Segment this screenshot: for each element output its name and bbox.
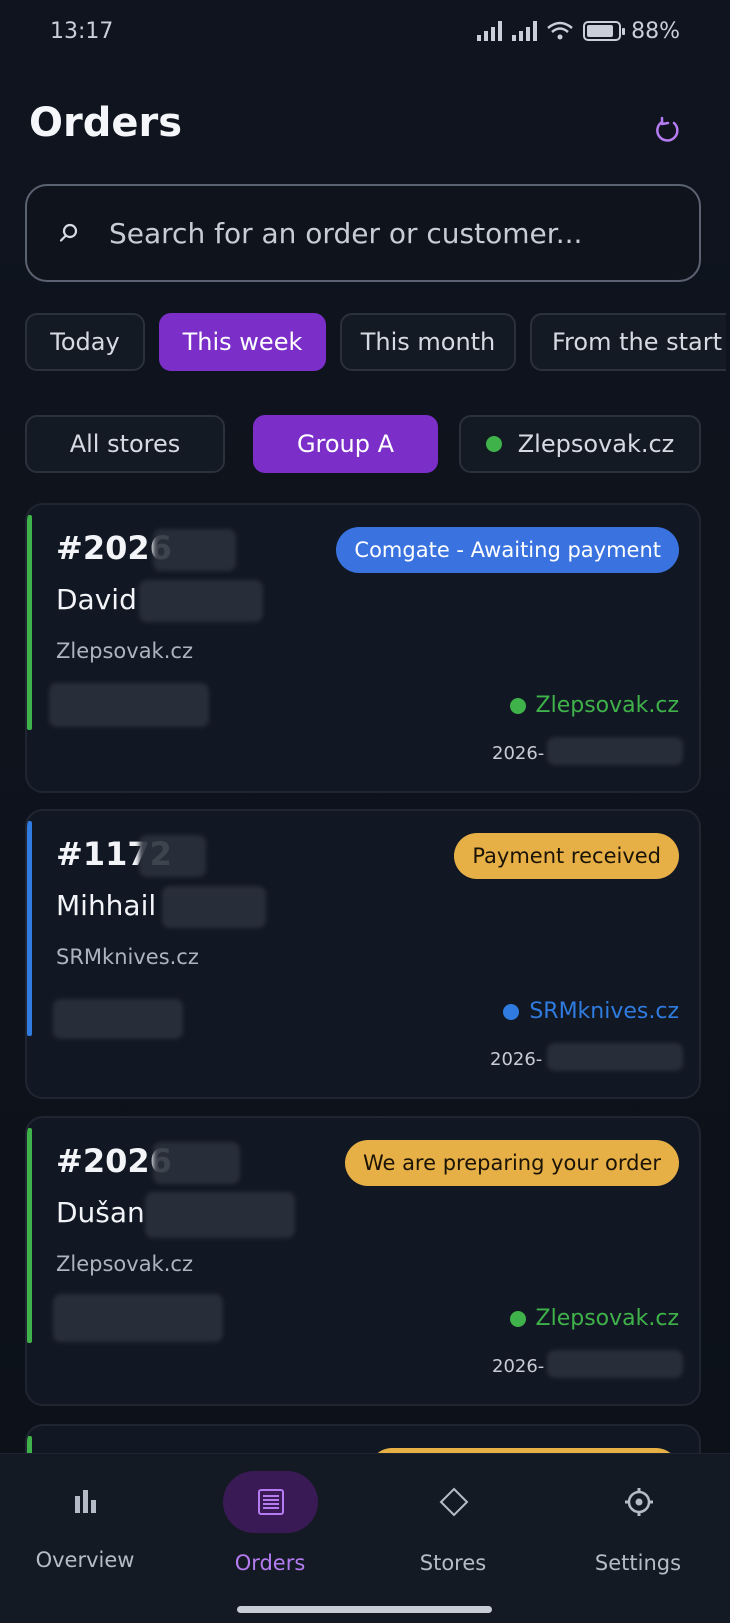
gear-icon [625, 1488, 653, 1516]
status-bar: 13:17 88% [0, 0, 730, 62]
order-card[interactable]: #2026 Dušan Zlepsovak.cz We are preparin… [25, 1116, 701, 1406]
order-store: Zlepsovak.cz [56, 1252, 193, 1276]
signal-icon [477, 21, 503, 41]
chip-label: This month [360, 328, 496, 356]
nav-orders[interactable]: Orders [180, 1454, 360, 1604]
store-tag: Zlepsovak.cz [509, 693, 679, 718]
chip-this-month[interactable]: This month [340, 313, 516, 371]
order-store: SRMknives.cz [56, 945, 199, 969]
nav-label: Settings [594, 1551, 682, 1575]
home-indicator[interactable] [237, 1606, 492, 1613]
redacted-block [162, 886, 266, 928]
order-date: 2026- [492, 743, 545, 764]
order-store: Zlepsovak.cz [56, 639, 193, 663]
chip-store-zlepsovak[interactable]: Zlepsovak.cz [459, 415, 701, 473]
search-box[interactable] [25, 184, 701, 282]
card-accent-bar [27, 821, 32, 1036]
status-badge: Payment received [454, 833, 679, 879]
order-date: 2026- [492, 1356, 545, 1377]
redacted-block [547, 737, 683, 765]
chip-group-a[interactable]: Group A [253, 415, 438, 473]
nav-stores[interactable]: Stores [363, 1454, 543, 1604]
store-dot-icon [503, 1003, 520, 1020]
status-badge: We are preparing your order [344, 1140, 679, 1186]
chip-label: Group A [296, 430, 395, 458]
card-accent-bar [27, 515, 32, 730]
order-card[interactable]: #1172 Mihhail SRMknives.cz Payment recei… [25, 809, 701, 1099]
customer-name: Dušan [56, 1196, 145, 1229]
chip-this-week[interactable]: This week [159, 313, 326, 371]
bottom-nav: Overview Orders Stores Settings [0, 1453, 730, 1623]
bar-chart-icon [75, 1490, 96, 1513]
list-icon [258, 1489, 284, 1515]
redacted-block [53, 999, 183, 1039]
nav-overview[interactable]: Overview [0, 1454, 175, 1604]
redacted-block [547, 1350, 683, 1378]
chip-label: Today [50, 328, 120, 356]
diamond-icon [439, 1487, 469, 1517]
chip-label: From the start [552, 328, 723, 356]
store-tag-label: Zlepsovak.cz [535, 1306, 679, 1331]
battery-icon [583, 21, 626, 41]
status-time: 13:17 [50, 18, 114, 44]
redacted-block [547, 1043, 683, 1071]
customer-name: Mihhail [56, 889, 157, 922]
chip-label: This week [182, 328, 303, 356]
page-title: Orders [29, 100, 183, 146]
redacted-block [139, 580, 263, 622]
chip-label: All stores [69, 430, 181, 458]
store-tag-label: Zlepsovak.cz [535, 693, 679, 718]
order-date: 2026- [490, 1049, 543, 1070]
status-badge: Comgate - Awaiting payment [336, 527, 679, 573]
wifi-icon [547, 21, 573, 40]
chip-from-the-start[interactable]: From the start [530, 313, 726, 371]
nav-settings[interactable]: Settings [548, 1454, 728, 1604]
search-icon [59, 223, 78, 242]
nav-label: Overview [35, 1548, 135, 1572]
signal-icon-2 [512, 21, 538, 41]
store-tag: Zlepsovak.cz [509, 1306, 679, 1331]
redacted-block [153, 1142, 240, 1184]
redacted-block [49, 683, 209, 727]
store-dot-icon [509, 697, 526, 714]
nav-label: Stores [419, 1551, 487, 1575]
order-card[interactable]: #2026 David Zlepsovak.cz Comgate - Await… [25, 503, 701, 793]
store-dot-icon [509, 1310, 526, 1327]
refresh-icon[interactable] [652, 116, 682, 146]
customer-name: David [56, 583, 137, 616]
redacted-block [145, 1192, 295, 1238]
nav-label: Orders [234, 1551, 306, 1575]
redacted-block [139, 835, 206, 877]
store-dot-icon [485, 436, 502, 452]
store-tag-label: SRMknives.cz [529, 999, 679, 1024]
store-tag: SRMknives.cz [503, 999, 679, 1024]
redacted-block [53, 1294, 223, 1342]
search-input[interactable] [109, 216, 699, 250]
chip-today[interactable]: Today [25, 313, 145, 371]
battery-percent: 88% [631, 18, 680, 44]
orders-screen: 13:17 88% Orders Today This week This mo… [0, 0, 730, 1623]
redacted-block [153, 529, 236, 571]
chip-label: Zlepsovak.cz [517, 430, 675, 458]
card-accent-bar [27, 1128, 32, 1343]
chip-all-stores[interactable]: All stores [25, 415, 225, 473]
